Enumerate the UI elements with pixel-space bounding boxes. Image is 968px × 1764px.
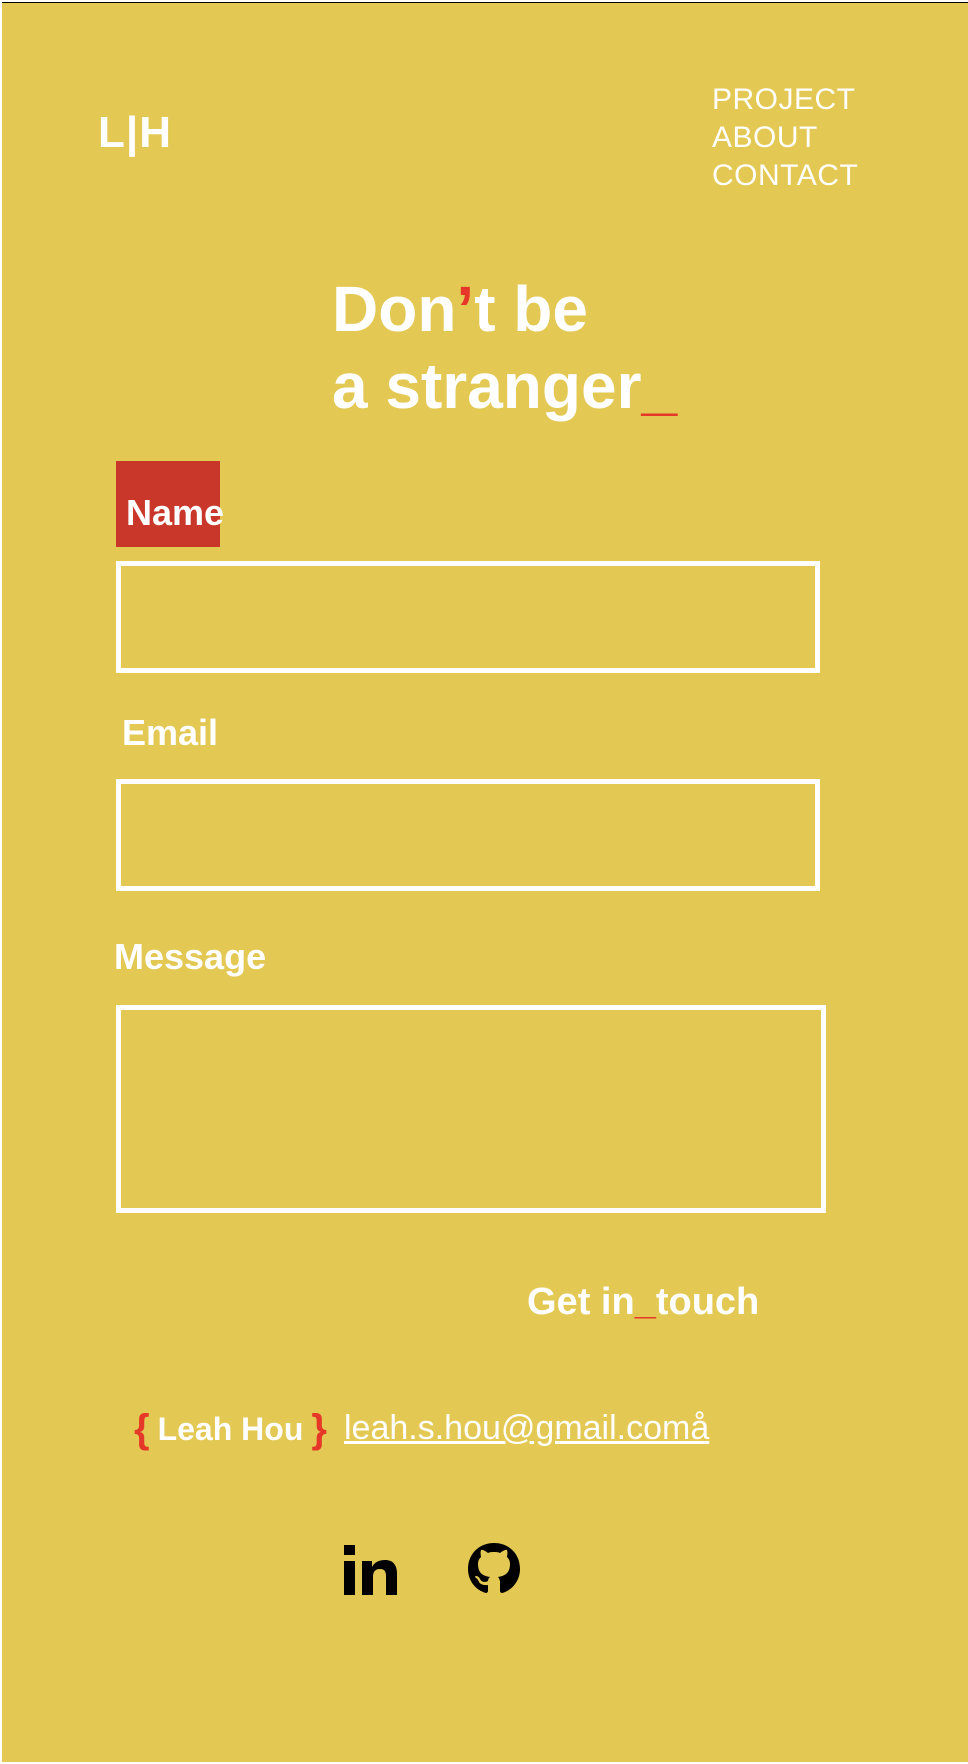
headline-apostrophe: ’ <box>456 273 475 345</box>
headline-line2: a stranger_ <box>332 350 678 422</box>
email-label: Email <box>122 712 219 753</box>
headline-line1: Don’t be <box>332 273 588 345</box>
message-label: Message <box>114 936 267 977</box>
main-nav: PROJECT ABOUT CONTACT <box>712 81 858 195</box>
headline-cursor: _ <box>641 350 678 422</box>
brace-open: { <box>134 1407 150 1451</box>
linkedin-icon[interactable] <box>340 1539 400 1599</box>
linkedin-icon-glyph <box>344 1545 397 1595</box>
footer-email-link[interactable]: leah.s.hou@gmail.comå <box>344 1411 709 1445</box>
contact-page: L|H PROJECT ABOUT CONTACT Don’t be a str… <box>2 2 968 1762</box>
footer-name: Leah Hou <box>157 1411 304 1447</box>
footer-signature: { Leah Hou } <box>134 1409 327 1449</box>
get-in-touch-button[interactable]: Get in_touch <box>527 1283 759 1321</box>
page-headline: Don’t be a stranger_ <box>332 271 677 425</box>
nav-item-contact[interactable]: CONTACT <box>712 157 858 195</box>
site-logo[interactable]: L|H <box>98 111 172 155</box>
nav-item-project[interactable]: PROJECT <box>712 81 858 119</box>
brace-close: } <box>311 1407 327 1451</box>
nav-item-about[interactable]: ABOUT <box>712 119 858 157</box>
github-icon[interactable] <box>464 1539 524 1599</box>
github-icon-glyph <box>468 1543 520 1593</box>
message-textarea[interactable] <box>116 1005 826 1213</box>
email-input[interactable] <box>116 779 820 891</box>
name-input[interactable] <box>116 561 820 673</box>
name-label: Name <box>126 492 225 533</box>
